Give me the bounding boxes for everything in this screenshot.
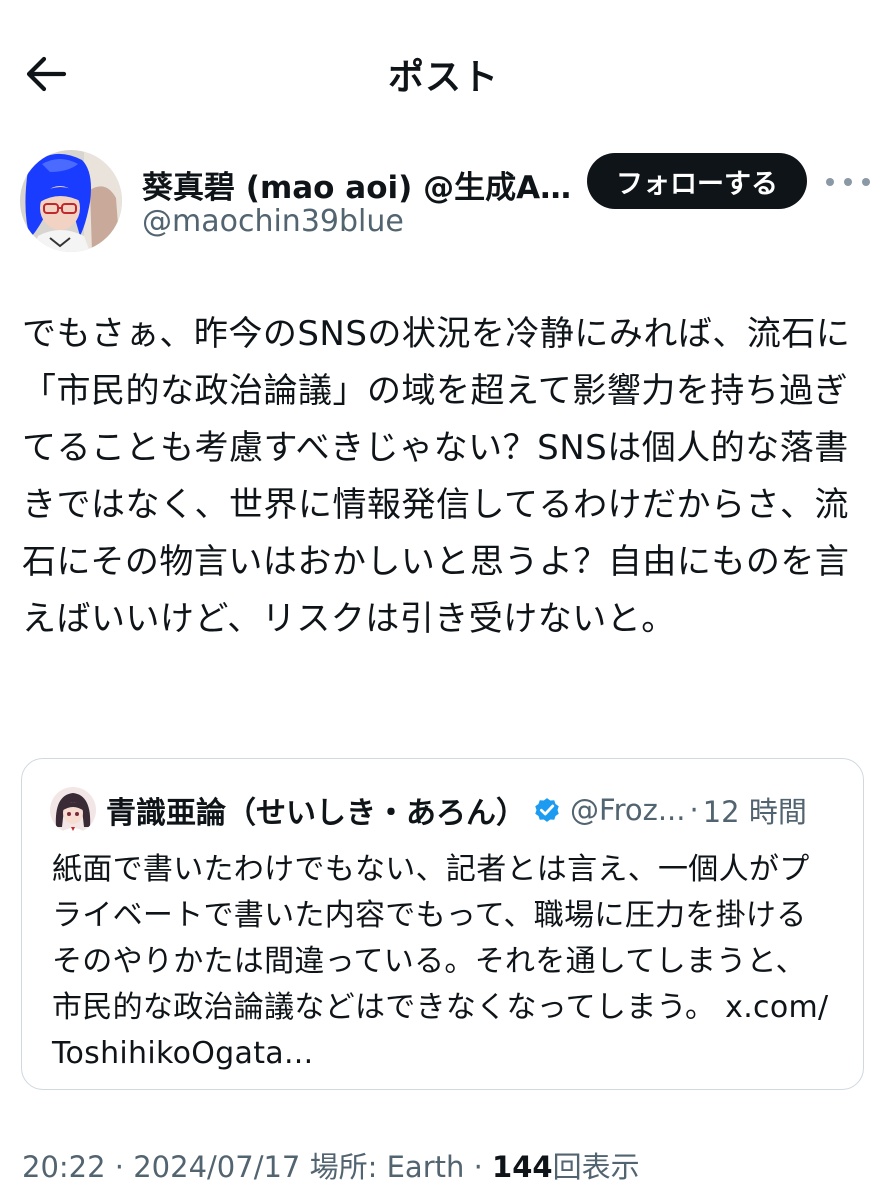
post-time[interactable]: 20:22 xyxy=(22,1150,106,1184)
follow-button[interactable]: フォローする xyxy=(587,153,807,209)
more-horizontal-icon-dot xyxy=(844,178,852,186)
post-metadata: 20:22 · 2024/07/17 場所: Earth · 144回表示 xyxy=(22,1144,867,1190)
meta-separator: · xyxy=(114,1150,125,1184)
quoted-post-body: 紙面で書いたわけでもない、記者とは言え、一個人がプライベートで書いた内容でもって… xyxy=(52,852,810,1025)
post-date[interactable]: 2024/07/17 xyxy=(133,1150,300,1184)
more-horizontal-icon xyxy=(826,178,834,186)
post-location: 場所: Earth xyxy=(309,1150,465,1184)
more-horizontal-icon-dot xyxy=(862,178,870,186)
post-text: でもさぁ、昨今のSNSの状況を冷静にみれば、流石に「市民的な政治論議」の域を超え… xyxy=(22,314,851,639)
more-options-button[interactable] xyxy=(826,168,870,196)
author-display-name[interactable]: 葵真碧 (mao aoi) @生成AI... xyxy=(142,162,572,207)
page-title: ポスト xyxy=(387,57,499,98)
quoted-avatar-image xyxy=(50,787,96,833)
quoted-post-text: 紙面で書いたわけでもない、記者とは言え、一個人がプライベートで書いた内容でもって… xyxy=(52,847,832,1077)
verified-badge-icon xyxy=(535,798,559,822)
author-handle[interactable]: @maochin39blue xyxy=(142,204,404,239)
views-count: 144 xyxy=(492,1150,553,1184)
views-label: 回表示 xyxy=(552,1150,640,1184)
quoted-handle: @Froz... xyxy=(570,793,686,827)
top-bar: ポスト xyxy=(0,0,887,140)
quoted-display-name: 青識亜論（せいしき・あろん） xyxy=(106,796,526,831)
quoted-post-header: 青識亜論（せいしき・あろん） @Froz... · 12 時間 xyxy=(50,785,840,835)
avatar-image xyxy=(20,150,122,252)
quoted-timestamp: 12 時間 xyxy=(702,795,807,829)
meta-separator: · xyxy=(473,1150,483,1184)
quoted-avatar xyxy=(50,787,96,833)
quoted-separator: · xyxy=(689,793,699,827)
avatar[interactable] xyxy=(20,150,122,252)
quoted-post[interactable]: 青識亜論（せいしき・あろん） @Froz... · 12 時間 紙面で書いたわけ… xyxy=(21,758,864,1090)
